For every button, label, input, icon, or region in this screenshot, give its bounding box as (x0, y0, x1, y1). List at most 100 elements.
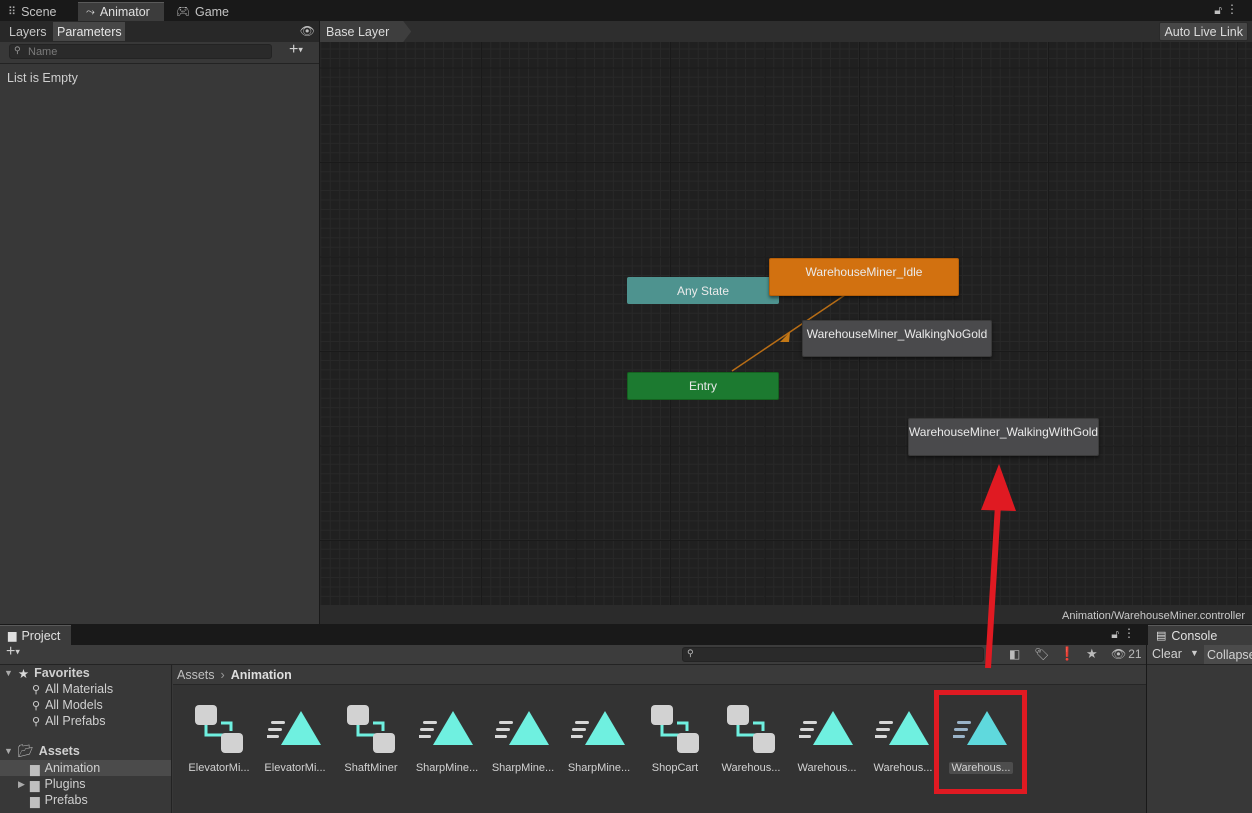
state-warehouseminer-walkingnogold[interactable]: WarehouseMiner_WalkingNoGold (802, 320, 992, 357)
animation-clip-icon (495, 711, 549, 745)
all-models-label: All Models (45, 698, 103, 712)
animator-icon: ⤳ (86, 5, 95, 18)
animation-label: Animation (44, 761, 101, 775)
log-types-icon[interactable]: ❗ (1059, 646, 1075, 662)
assets-label: Assets (38, 744, 80, 758)
tab-parameters[interactable]: Parameters (53, 22, 125, 41)
asset-animation-clip[interactable]: Warehous... (792, 701, 862, 774)
tree-prefabs[interactable]: ▆ Prefabs (30, 792, 88, 808)
console-icon: ▤ (1156, 630, 1167, 642)
asset-path-breadcrumb: Assets › Animation (173, 665, 1146, 685)
animation-clip-icon (267, 711, 321, 745)
add-parameter-button[interactable]: +▾ (289, 41, 303, 59)
controller-path-footer: Animation/WarehouseMiner.controller (320, 605, 1252, 624)
empty-list-text: List is Empty (7, 71, 78, 85)
tab-project[interactable]: ▆ Project (0, 625, 71, 645)
animator-graph[interactable]: Base Layer Auto Live Link Any State Ware… (320, 21, 1252, 624)
tree-animation[interactable]: ▆ Animation (30, 760, 100, 776)
animator-controller-icon (727, 705, 775, 753)
plugins-label: Plugins (44, 777, 86, 791)
more-menu-icon[interactable]: ⋮ (1226, 2, 1238, 16)
all-prefabs-label: All Prefabs (45, 714, 106, 728)
folder-icon: ▆ (30, 761, 40, 776)
breadcrumb-assets[interactable]: Assets (177, 668, 215, 682)
asset-animation-clip[interactable]: SharpMine... (564, 701, 634, 774)
tree-plugins[interactable]: ▶ ▆ Plugins (18, 776, 86, 792)
state-any-state[interactable]: Any State (627, 277, 779, 304)
collapse-toggle[interactable]: Collapse (1204, 645, 1252, 664)
expand-arrow-icon: ▶ (18, 778, 25, 789)
lock-icon[interactable]: 🔓︎ (1111, 627, 1119, 642)
asset-label: Warehous... (873, 762, 933, 774)
folder-icon: ▆ (30, 793, 40, 808)
asset-animator-controller[interactable]: Warehous... (716, 701, 786, 774)
asset-animator-controller[interactable]: ElevatorMi... (184, 701, 254, 774)
eye-icon[interactable]: 👁︎ (300, 24, 315, 38)
tab-scene-label: Scene (21, 4, 57, 19)
tab-animator[interactable]: ⤳ Animator (78, 2, 164, 21)
chevron-right-icon: › (220, 667, 225, 682)
parameters-panel: Layers Parameters 👁︎ ⚲ Name +▾ List is E… (0, 21, 319, 624)
search-placeholder: Name (28, 45, 58, 58)
tab-game[interactable]: 🎮︎ Game (168, 2, 237, 21)
animator-controller-icon (195, 705, 243, 753)
expand-arrow-icon: ▼ (4, 746, 13, 756)
asset-label: ShaftMiner (344, 762, 398, 774)
tree-favorites[interactable]: ▼ ★ Favorites (4, 665, 90, 681)
scene-grid-icon: ⠿ (8, 6, 17, 18)
state-entry[interactable]: Entry (627, 372, 779, 400)
asset-animation-clip[interactable]: Warehous... (868, 701, 938, 774)
filter-by-type-icon[interactable]: ◧ (1009, 647, 1020, 661)
visible-count[interactable]: 👁︎ 21 (1111, 647, 1142, 661)
asset-label: SharpMine... (491, 762, 555, 774)
asset-label: SharpMine... (415, 762, 479, 774)
filter-by-label-icon[interactable]: 🏷︎ (1034, 647, 1049, 661)
transitions-layer (731, 294, 846, 372)
clear-options-dropdown-icon[interactable]: ▼ (1190, 648, 1199, 658)
prefabs-label: Prefabs (44, 793, 88, 807)
parameter-search-input[interactable]: ⚲ Name (9, 44, 272, 59)
asset-label: Warehous... (721, 762, 781, 774)
animation-clip-icon (571, 711, 625, 745)
asset-label: ElevatorMi... (188, 762, 250, 774)
tree-all-models[interactable]: ⚲ All Models (32, 697, 103, 713)
console-panel: ▤ Console Clear ▼ Collapse (1147, 624, 1252, 813)
tree-assets[interactable]: ▼ 📂︎ Assets (4, 743, 80, 759)
asset-label: SharpMine... (567, 762, 631, 774)
asset-animation-clip[interactable]: ElevatorMi... (260, 701, 330, 774)
tab-scene[interactable]: ⠿ Scene (0, 2, 65, 21)
tab-project-label: Project (21, 628, 61, 643)
state-warehouseminer-idle[interactable]: WarehouseMiner_Idle (769, 258, 959, 296)
tree-all-materials[interactable]: ⚲ All Materials (32, 681, 113, 697)
tab-game-label: Game (194, 4, 230, 19)
folder-open-icon: 📂︎ (17, 743, 34, 758)
clear-button[interactable]: Clear (1152, 647, 1182, 661)
asset-label: ShopCart (651, 762, 699, 774)
animator-controller-icon (651, 705, 699, 753)
expand-arrow-icon: ▼ (4, 668, 13, 678)
create-asset-button[interactable]: +▾ (6, 643, 20, 661)
state-warehouseminer-walkingwithgold[interactable]: WarehouseMiner_WalkingWithGold (908, 418, 1099, 456)
layers-parameters-tabs: Layers Parameters 👁︎ (0, 21, 319, 42)
asset-animator-controller[interactable]: ShopCart (640, 701, 710, 774)
folder-icon: ▆ (29, 777, 40, 792)
search-icon: ⚲ (14, 45, 21, 55)
asset-animation-clip[interactable]: SharpMine... (488, 701, 558, 774)
more-menu-icon[interactable]: ⋮ (1123, 626, 1135, 640)
project-search-input[interactable]: ⚲ (682, 647, 984, 662)
breadcrumb-animation[interactable]: Animation (231, 668, 292, 682)
lock-icon[interactable]: 🔓︎ (1214, 3, 1222, 18)
tab-layers[interactable]: Layers (5, 22, 51, 41)
favorites-label: Favorites (34, 666, 90, 680)
tree-all-prefabs[interactable]: ⚲ All Prefabs (32, 713, 106, 729)
window-tab-bar: ⠿ Scene ⤳ Animator 🎮︎ Game 🔓︎ ⋮ (0, 0, 1252, 21)
favorite-star-icon[interactable]: ★ (1086, 646, 1098, 662)
divider (0, 63, 319, 64)
tab-console[interactable]: ▤ Console (1148, 625, 1252, 645)
asset-animator-controller[interactable]: ShaftMiner (336, 701, 406, 774)
visible-count-number: 21 (1128, 647, 1142, 661)
animation-clip-icon (799, 711, 853, 745)
tab-console-label: Console (1171, 628, 1218, 643)
asset-animation-clip[interactable]: SharpMine... (412, 701, 482, 774)
annotation-highlight-box (934, 690, 1027, 794)
